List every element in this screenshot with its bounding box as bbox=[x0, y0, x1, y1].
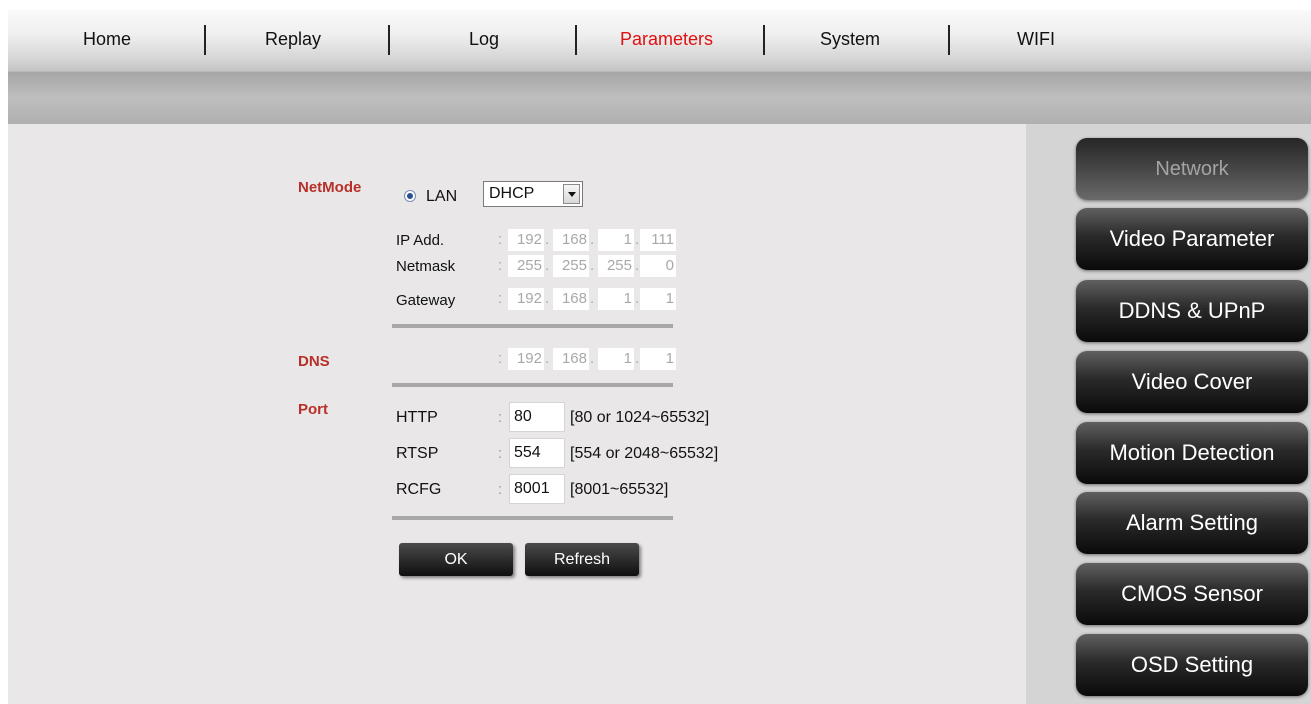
netmode-label: NetMode bbox=[298, 179, 362, 196]
ip-address-label: IP Add. bbox=[396, 232, 445, 249]
rtsp-port-input[interactable]: 554 bbox=[509, 438, 565, 468]
dns-octet-2[interactable]: 168 bbox=[553, 348, 589, 370]
sub-header-bar bbox=[8, 72, 1311, 124]
ip-mode-select-value: DHCP bbox=[489, 185, 535, 202]
section-divider bbox=[392, 516, 673, 520]
sidebar-item-cmos-sensor[interactable]: CMOS Sensor bbox=[1076, 563, 1308, 625]
nav-separator bbox=[204, 25, 206, 55]
dns-colon: : bbox=[498, 350, 503, 367]
netmask-colon: : bbox=[498, 257, 503, 274]
nav-separator bbox=[763, 25, 765, 55]
ip-colon: : bbox=[498, 231, 503, 248]
ip-dot: . bbox=[635, 231, 640, 248]
section-divider bbox=[392, 324, 673, 328]
netmask-octet-3[interactable]: 255 bbox=[598, 255, 634, 277]
section-divider bbox=[392, 383, 673, 387]
rtsp-port-hint: [554 or 2048~65532] bbox=[570, 445, 719, 462]
http-label: HTTP bbox=[396, 409, 438, 426]
dns-dot: . bbox=[545, 350, 550, 367]
ip-octet-1[interactable]: 192 bbox=[508, 229, 544, 251]
sidebar-item-network[interactable]: Network bbox=[1076, 138, 1308, 200]
nav-separator bbox=[388, 25, 390, 55]
top-nav-bar: Home Replay Log Parameters System WIFI bbox=[8, 10, 1311, 72]
netmask-dot: . bbox=[545, 257, 550, 274]
dns-octet-4[interactable]: 1 bbox=[640, 348, 676, 370]
dns-octet-3[interactable]: 1 bbox=[598, 348, 634, 370]
sidebar-item-alarm-setting[interactable]: Alarm Setting bbox=[1076, 492, 1308, 554]
netmask-dot: . bbox=[590, 257, 595, 274]
gateway-octet-1[interactable]: 192 bbox=[508, 288, 544, 310]
dns-label: DNS bbox=[298, 353, 330, 370]
rcfg-label: RCFG bbox=[396, 481, 442, 498]
http-port-hint: [80 or 1024~65532] bbox=[570, 409, 710, 426]
http-colon: : bbox=[498, 409, 503, 426]
nav-separator bbox=[575, 25, 577, 55]
ip-octet-3[interactable]: 1 bbox=[598, 229, 634, 251]
sidebar-item-osd-setting[interactable]: OSD Setting bbox=[1076, 634, 1308, 696]
ip-octet-4[interactable]: 111 bbox=[640, 229, 676, 251]
dns-dot: . bbox=[590, 350, 595, 367]
ip-octet-2[interactable]: 168 bbox=[553, 229, 589, 251]
nav-home[interactable]: Home bbox=[83, 29, 131, 50]
gateway-octet-2[interactable]: 168 bbox=[553, 288, 589, 310]
netmask-octet-4[interactable]: 0 bbox=[640, 255, 676, 277]
rcfg-port-input[interactable]: 8001 bbox=[509, 474, 565, 504]
gateway-octet-3[interactable]: 1 bbox=[598, 288, 634, 310]
lan-radio[interactable] bbox=[404, 190, 416, 202]
netmask-dot: . bbox=[635, 257, 640, 274]
rcfg-colon: : bbox=[498, 481, 503, 498]
netmask-octet-1[interactable]: 255 bbox=[508, 255, 544, 277]
gateway-dot: . bbox=[545, 290, 550, 307]
ip-dot: . bbox=[545, 231, 550, 248]
ok-button[interactable]: OK bbox=[399, 543, 513, 576]
gateway-octet-4[interactable]: 1 bbox=[640, 288, 676, 310]
netmask-octet-2[interactable]: 255 bbox=[553, 255, 589, 277]
gateway-dot: . bbox=[590, 290, 595, 307]
nav-wifi[interactable]: WIFI bbox=[1017, 29, 1055, 50]
ip-dot: . bbox=[590, 231, 595, 248]
sidebar-item-video-cover[interactable]: Video Cover bbox=[1076, 351, 1308, 413]
dns-dot: . bbox=[635, 350, 640, 367]
gateway-label: Gateway bbox=[396, 292, 456, 309]
nav-separator bbox=[948, 25, 950, 55]
chevron-down-icon[interactable] bbox=[563, 184, 580, 204]
nav-replay[interactable]: Replay bbox=[265, 29, 321, 50]
rcfg-port-hint: [8001~65532] bbox=[570, 481, 669, 498]
gateway-dot: . bbox=[635, 290, 640, 307]
dns-octet-1[interactable]: 192 bbox=[508, 348, 544, 370]
nav-parameters[interactable]: Parameters bbox=[620, 29, 713, 50]
sidebar-item-ddns-upnp[interactable]: DDNS & UPnP bbox=[1076, 280, 1308, 342]
lan-radio-label: LAN bbox=[426, 188, 458, 205]
http-port-input[interactable]: 80 bbox=[509, 402, 565, 432]
ip-mode-select[interactable]: DHCP bbox=[483, 181, 583, 207]
sidebar-item-motion-detection[interactable]: Motion Detection bbox=[1076, 422, 1308, 484]
netmask-label: Netmask bbox=[396, 258, 456, 275]
port-label: Port bbox=[298, 401, 328, 418]
rtsp-colon: : bbox=[498, 445, 503, 462]
gateway-colon: : bbox=[498, 290, 503, 307]
rtsp-label: RTSP bbox=[396, 445, 439, 462]
nav-system[interactable]: System bbox=[820, 29, 880, 50]
refresh-button[interactable]: Refresh bbox=[525, 543, 639, 576]
nav-log[interactable]: Log bbox=[469, 29, 499, 50]
sidebar-item-video-parameter[interactable]: Video Parameter bbox=[1076, 208, 1308, 270]
